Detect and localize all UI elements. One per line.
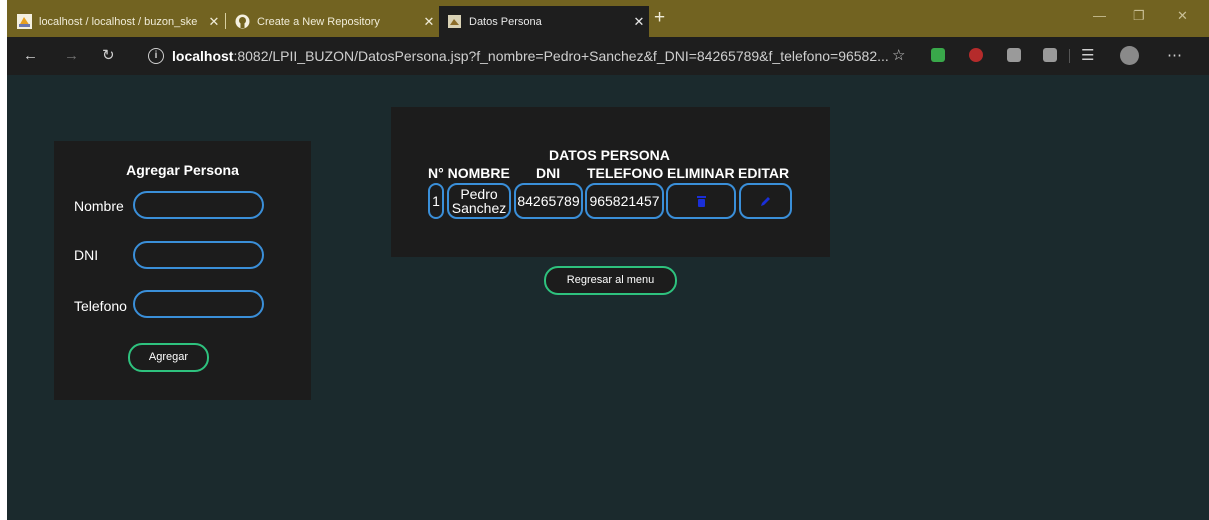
favorite-star-icon[interactable]: ☆ bbox=[892, 47, 905, 65]
restore-icon[interactable]: ❐ bbox=[1133, 8, 1145, 24]
extension-icon[interactable] bbox=[1007, 48, 1021, 62]
cell-telefono: 965821457 bbox=[585, 183, 664, 219]
tab-title: Create a New Repository bbox=[257, 15, 380, 28]
url-field[interactable]: i localhost :8082/LPII_BUZON/DatosPerson… bbox=[138, 43, 918, 69]
nombre-line-1: Pedro bbox=[460, 186, 498, 202]
delete-button[interactable] bbox=[666, 183, 736, 219]
new-tab-button[interactable]: + bbox=[654, 7, 665, 29]
tab-phpmyadmin[interactable]: localhost / localhost / buzon_ske ✕ bbox=[9, 6, 224, 37]
datos-persona-table: DATOS PERSONA N° NOMBRE DNI TELEFONO ELI… bbox=[391, 107, 830, 257]
regresar-menu-button[interactable]: Regresar al menu bbox=[544, 266, 677, 295]
extension-icon[interactable] bbox=[931, 48, 945, 62]
edit-button[interactable] bbox=[739, 183, 792, 219]
ublock-icon[interactable] bbox=[969, 48, 983, 62]
phpmyadmin-icon bbox=[17, 14, 32, 29]
add-person-form: Agregar Persona Nombre DNI Telefono Agre… bbox=[54, 141, 311, 400]
close-tab-icon[interactable]: ✕ bbox=[629, 14, 649, 30]
page-content: Agregar Persona Nombre DNI Telefono Agre… bbox=[7, 75, 1209, 520]
telefono-input[interactable] bbox=[133, 290, 264, 318]
form-title: Agregar Persona bbox=[126, 162, 239, 178]
tab-github[interactable]: Create a New Repository ✕ bbox=[227, 6, 439, 37]
profile-avatar[interactable] bbox=[1120, 46, 1139, 65]
telefono-label: Telefono bbox=[74, 298, 127, 314]
header-n-nombre: N° NOMBRE bbox=[428, 165, 510, 181]
header-eliminar: ELIMINAR bbox=[667, 165, 735, 181]
header-dni: DNI bbox=[536, 165, 561, 181]
agregar-button[interactable]: Agregar bbox=[128, 343, 209, 372]
more-menu-icon[interactable]: ⋯ bbox=[1167, 47, 1182, 65]
nombre-input[interactable] bbox=[133, 191, 264, 219]
tab-separator bbox=[225, 13, 226, 29]
cell-dni: 84265789 bbox=[514, 183, 583, 219]
dni-input[interactable] bbox=[133, 241, 264, 269]
header-telefono: TELEFONO bbox=[587, 165, 664, 181]
dni-label: DNI bbox=[74, 247, 99, 263]
back-icon[interactable]: ← bbox=[23, 47, 38, 65]
favorites-list-icon[interactable]: ☰ bbox=[1081, 47, 1094, 65]
github-icon bbox=[235, 14, 250, 29]
tab-title: Datos Persona bbox=[469, 15, 542, 28]
extension-icon[interactable] bbox=[1043, 48, 1057, 62]
toolbar-separator bbox=[1069, 49, 1070, 63]
forward-icon[interactable]: → bbox=[64, 47, 79, 65]
url-path: :8082/LPII_BUZON/DatosPersona.jsp?f_nomb… bbox=[233, 48, 889, 64]
trash-icon bbox=[696, 195, 706, 207]
table-title: DATOS PERSONA bbox=[549, 147, 670, 163]
tab-title: localhost / localhost / buzon_ske bbox=[39, 15, 198, 28]
nombre-line-2: Sanchez bbox=[451, 200, 507, 216]
nombre-label: Nombre bbox=[74, 198, 124, 214]
header-editar: EDITAR bbox=[738, 165, 790, 181]
close-window-icon[interactable]: ✕ bbox=[1177, 8, 1188, 24]
url-host: localhost bbox=[172, 48, 234, 64]
close-tab-icon[interactable]: ✕ bbox=[419, 14, 439, 30]
minimize-icon[interactable]: — bbox=[1093, 8, 1106, 23]
close-tab-icon[interactable]: ✕ bbox=[204, 14, 224, 30]
refresh-icon[interactable]: ↻ bbox=[102, 47, 115, 65]
cell-n: 1 bbox=[428, 183, 444, 219]
browser-window: localhost / localhost / buzon_ske ✕ Crea… bbox=[7, 0, 1209, 520]
pencil-icon bbox=[761, 196, 770, 206]
tab-datos-persona[interactable]: Datos Persona ✕ bbox=[439, 6, 649, 37]
cell-nombre: Pedro Sanchez bbox=[447, 183, 511, 219]
tab-strip: localhost / localhost / buzon_ske ✕ Crea… bbox=[7, 0, 1209, 37]
address-bar-row: ← → ↻ i localhost :8082/LPII_BUZON/Datos… bbox=[7, 37, 1209, 75]
info-icon[interactable]: i bbox=[148, 48, 164, 64]
page-icon bbox=[448, 15, 461, 28]
